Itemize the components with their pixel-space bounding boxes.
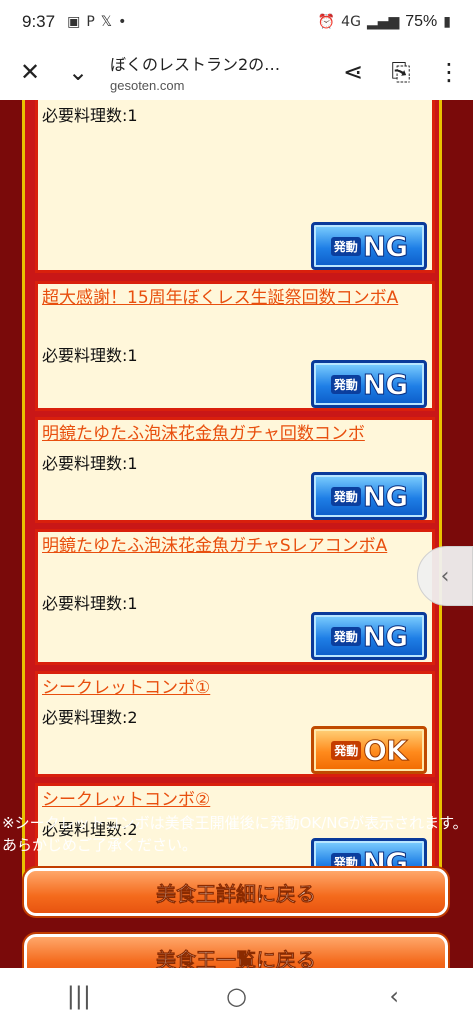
combo-req-label: 必要料理数: bbox=[42, 594, 128, 613]
combo-name-link[interactable]: シークレットコンボ② bbox=[42, 788, 424, 813]
activation-ng-badge: 発動 NG bbox=[311, 472, 427, 520]
combo-name-link[interactable]: シークレットコンボ① bbox=[42, 676, 424, 701]
chevron-left-icon: ‹ bbox=[440, 563, 450, 589]
bookmark-icon[interactable]: ⎘ bbox=[377, 48, 425, 96]
gallery-icon: ▣ bbox=[67, 14, 81, 30]
combo-requirement: 必要料理数:1 bbox=[42, 590, 138, 614]
page-title: ぼくのレストラン2の… bbox=[110, 55, 281, 74]
combo-req-label: 必要料理数: bbox=[42, 454, 128, 473]
share-icon[interactable]: ⋖ bbox=[329, 48, 377, 96]
system-nav-bar: ||| ○ ‹ bbox=[0, 968, 473, 1024]
combo-requirement: 必要料理数:1 bbox=[42, 342, 138, 366]
badge-result: NG bbox=[362, 479, 408, 513]
combo-item: シークレットコンボ① 必要料理数:2 発動 OK bbox=[35, 671, 435, 777]
combo-requirement: 必要料理数:1 bbox=[42, 450, 138, 474]
recent-apps-icon[interactable]: ||| bbox=[39, 982, 119, 1010]
signal-icon: ▂▄▆ bbox=[366, 14, 400, 30]
back-to-detail-button[interactable]: 美食王詳細に戻る bbox=[24, 868, 448, 916]
home-icon[interactable]: ○ bbox=[196, 982, 276, 1010]
combo-name-link[interactable]: 明鏡たゆたふ泡沫花金魚ガチャSレアコンボA bbox=[42, 534, 424, 559]
badge-prefix: 発動 bbox=[330, 626, 361, 646]
secret-combo-note: ※シークレットコンボは美食王開催後に発動OK/NGが表示されます。あらかじめご了… bbox=[2, 814, 468, 854]
combo-item: 明鏡たゆたふ泡沫花金魚ガチャSレアコンボA 必要料理数:1 発動 NG bbox=[35, 529, 435, 665]
activation-ng-badge: 発動 NG bbox=[311, 612, 427, 660]
badge-result: NG bbox=[362, 619, 408, 653]
page-content: 必要料理数:1 発動 NG 超大感謝！15周年ぼくレス生誕祭回数コンボA 必要料… bbox=[0, 100, 473, 968]
badge-result: NG bbox=[362, 229, 408, 263]
status-time: 9:37 bbox=[22, 12, 56, 31]
combo-req-value: 1 bbox=[127, 454, 138, 473]
badge-prefix: 発動 bbox=[331, 740, 362, 760]
badge-prefix: 発動 bbox=[330, 236, 361, 256]
combo-req-value: 1 bbox=[127, 346, 138, 365]
combo-name-link[interactable]: 明鏡たゆたふ泡沫花金魚ガチャ回数コンボ bbox=[42, 422, 424, 447]
chevron-down-icon[interactable]: ⌄ bbox=[54, 48, 102, 96]
activation-ng-badge: 発動 NG bbox=[311, 360, 427, 408]
badge-result: OK bbox=[363, 733, 408, 767]
more-menu-icon[interactable]: ⋮ bbox=[425, 48, 473, 96]
combo-requirement: 必要料理数:1 bbox=[42, 102, 138, 126]
floating-side-handle[interactable]: ‹ bbox=[417, 546, 473, 606]
status-bar: 9:37 ▣ P 𝕏 • ⏰ 4G ▂▄▆ 75% ▮ bbox=[0, 0, 473, 44]
activation-ng-badge: 発動 NG bbox=[311, 222, 427, 270]
combo-req-value: 1 bbox=[127, 106, 138, 125]
battery-icon: ▮ bbox=[443, 14, 451, 30]
dot-icon: • bbox=[118, 14, 127, 30]
combo-item: 超大感謝！15周年ぼくレス生誕祭回数コンボA 必要料理数:1 発動 NG bbox=[35, 281, 435, 411]
combo-req-label: 必要料理数: bbox=[42, 708, 128, 727]
combo-req-label: 必要料理数: bbox=[42, 346, 128, 365]
page-title-block: ぼくのレストラン2の… gesoten.com bbox=[102, 51, 329, 93]
battery-level: 75% bbox=[405, 13, 438, 30]
network-type: 4G bbox=[341, 14, 361, 30]
combo-req-value: 2 bbox=[127, 708, 138, 727]
page-domain: gesoten.com bbox=[110, 78, 185, 93]
status-right: ⏰ 4G ▂▄▆ 75% ▮ bbox=[318, 13, 451, 31]
back-to-list-button[interactable]: 美食王一覧に戻る bbox=[24, 934, 448, 968]
badge-prefix: 発動 bbox=[330, 374, 361, 394]
badge-result: NG bbox=[362, 367, 408, 401]
combo-item: 必要料理数:1 発動 NG bbox=[35, 100, 435, 273]
combo-requirement: 必要料理数:2 bbox=[42, 704, 138, 728]
activation-ok-badge: 発動 OK bbox=[311, 726, 427, 774]
status-left: 9:37 ▣ P 𝕏 • bbox=[22, 12, 126, 32]
combo-list-panel: 必要料理数:1 発動 NG 超大感謝！15周年ぼくレス生誕祭回数コンボA 必要料… bbox=[22, 100, 442, 898]
combo-name-link[interactable]: 超大感謝！15周年ぼくレス生誕祭回数コンボA bbox=[42, 286, 424, 311]
alarm-icon: ⏰ bbox=[317, 14, 336, 30]
pinterest-icon: P bbox=[86, 14, 95, 30]
back-icon[interactable]: ‹ bbox=[354, 982, 434, 1010]
combo-item: 明鏡たゆたふ泡沫花金魚ガチャ回数コンボ 必要料理数:1 発動 NG bbox=[35, 417, 435, 523]
combo-req-value: 1 bbox=[127, 594, 138, 613]
combo-req-label: 必要料理数: bbox=[42, 106, 128, 125]
badge-prefix: 発動 bbox=[330, 486, 361, 506]
browser-toolbar: ✕ ⌄ ぼくのレストラン2の… gesoten.com ⋖ ⎘ ⋮ bbox=[0, 44, 473, 100]
close-icon[interactable]: ✕ bbox=[6, 48, 54, 96]
x-icon: 𝕏 bbox=[100, 14, 113, 30]
